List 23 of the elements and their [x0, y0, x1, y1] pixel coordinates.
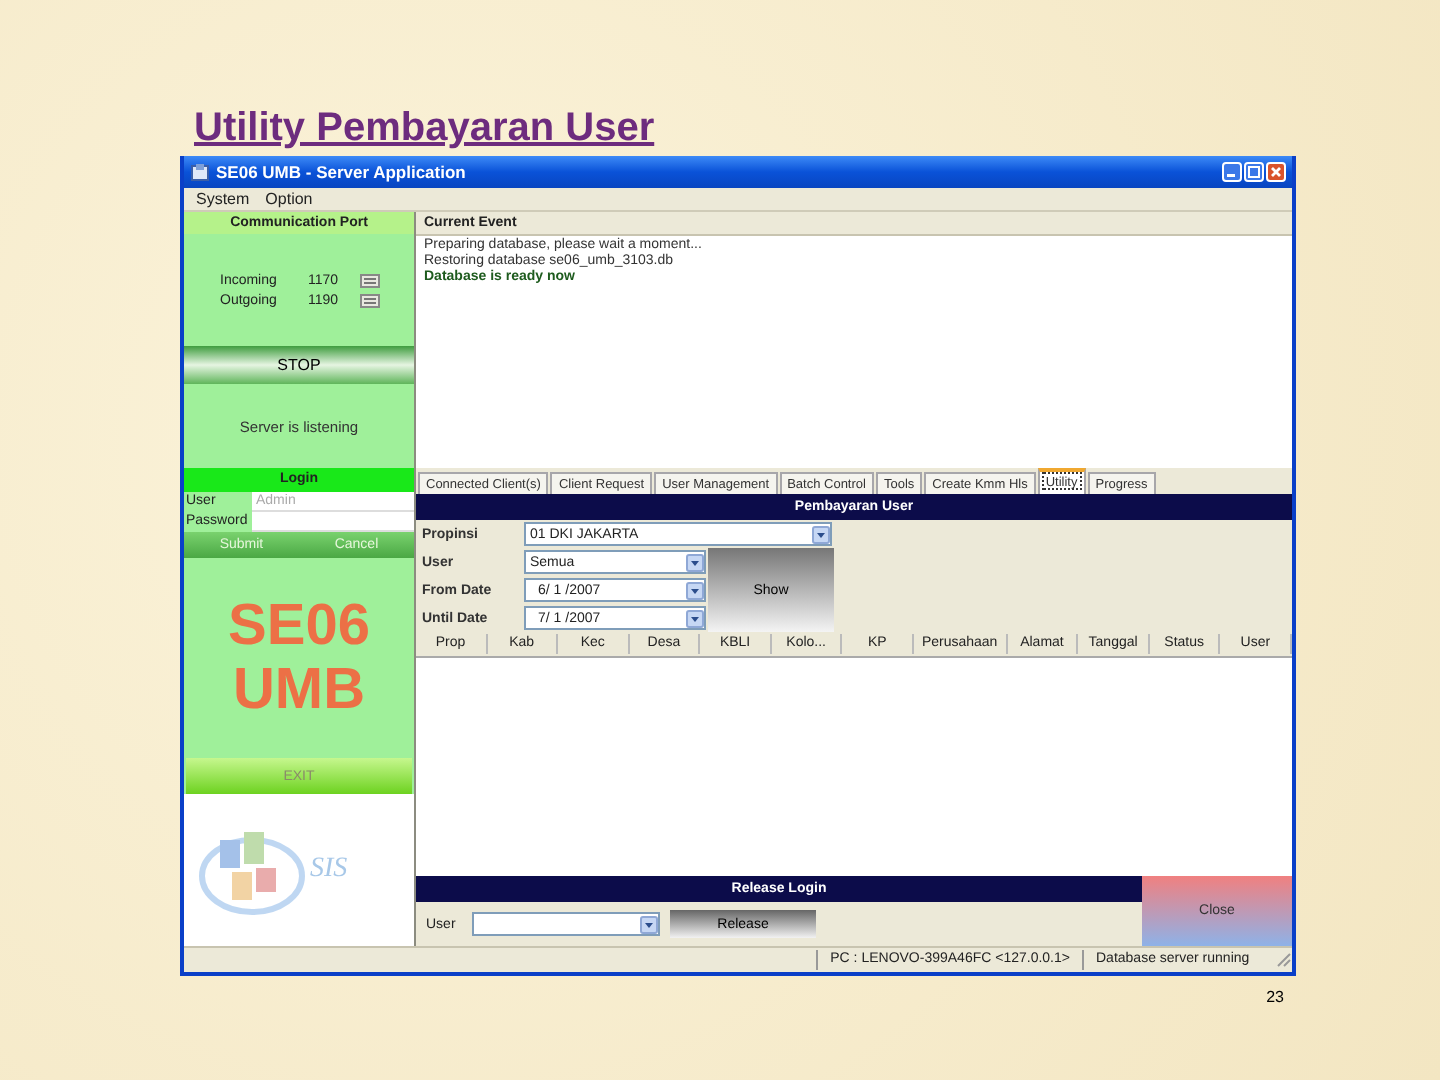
menu-item[interactable]: Option	[265, 189, 313, 209]
app-icon	[190, 162, 210, 182]
page-number: 23	[1266, 988, 1284, 1006]
stop-button[interactable]: STOP	[184, 346, 414, 384]
close-icon	[1266, 162, 1286, 182]
maximize-icon	[1244, 162, 1264, 182]
port-settings-icon	[360, 293, 380, 307]
slide-title: Utility Pembayaran User	[194, 104, 655, 152]
dropdown[interactable]	[472, 912, 660, 936]
minimize-icon	[1222, 162, 1242, 182]
brand-text: SE06	[228, 594, 370, 658]
input-field[interactable]	[252, 512, 414, 532]
logo-text: SIS	[310, 854, 348, 886]
port-settings-icon	[360, 273, 380, 287]
window-title: SE06 UMB - Server Application	[216, 162, 468, 182]
brand-text: UMB	[232, 658, 366, 722]
caret-icon	[686, 553, 704, 571]
caret-icon	[640, 915, 658, 933]
menu-item[interactable]: System	[196, 189, 250, 209]
caret-icon	[812, 525, 830, 543]
caret-icon	[686, 609, 704, 627]
caret-icon	[686, 581, 704, 599]
resize-grip-icon	[1276, 952, 1292, 968]
